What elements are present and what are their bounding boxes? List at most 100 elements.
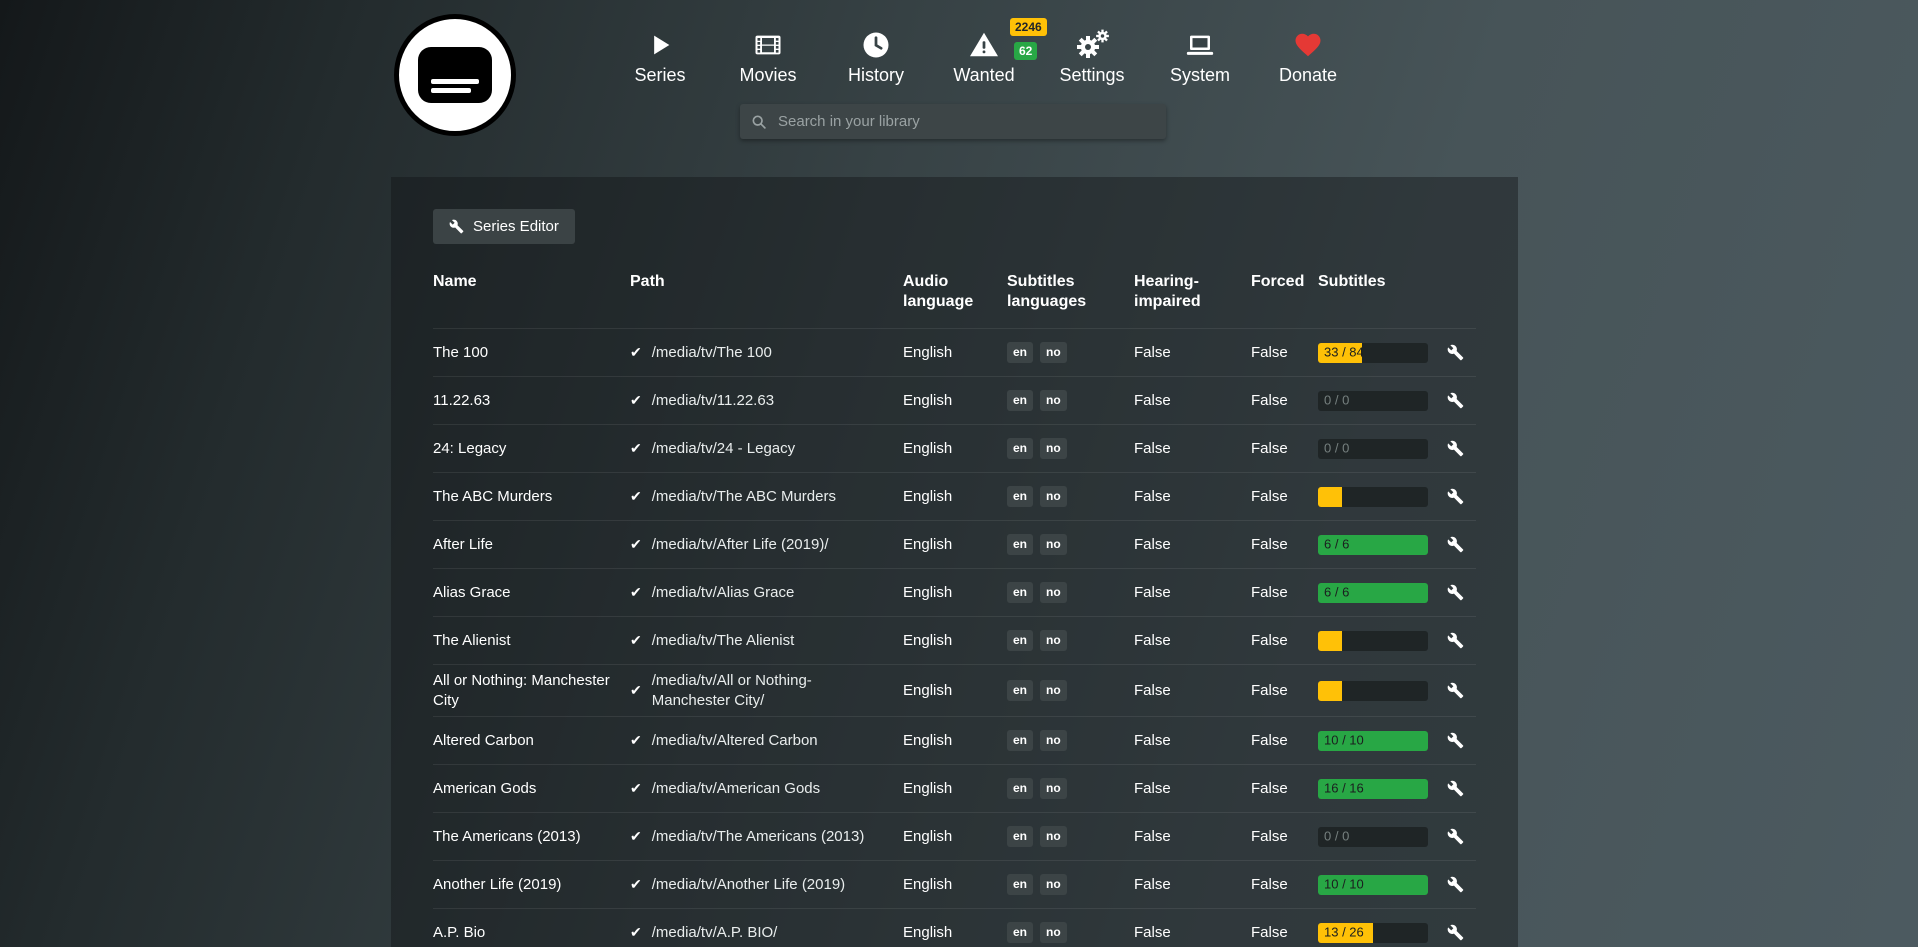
progress-fill: [1318, 487, 1342, 507]
series-name[interactable]: All or Nothing: Manchester City: [433, 671, 630, 710]
hearing-impaired-value: False: [1134, 923, 1251, 943]
subtitles-progress-bar: 10 / 10: [1318, 731, 1428, 751]
series-path-text: /media/tv/The Alienist: [652, 631, 795, 651]
series-path-text: /media/tv/Altered Carbon: [652, 731, 818, 751]
progress-label: 6 / 6: [1324, 536, 1349, 553]
progress-fill: [1318, 681, 1342, 701]
edit-series-button[interactable]: [1439, 536, 1464, 553]
series-name[interactable]: The Americans (2013): [433, 827, 630, 847]
film-icon: [714, 24, 822, 60]
progress-label: 6 / 6: [1324, 584, 1349, 601]
series-path: ✔ /media/tv/24 - Legacy: [630, 439, 903, 459]
table-row: A.P. Bio ✔ /media/tv/A.P. BIO/ English e…: [433, 908, 1476, 947]
language-badge: en: [1007, 874, 1033, 896]
wrench-icon: [1447, 488, 1464, 505]
series-name[interactable]: The ABC Murders: [433, 487, 630, 507]
edit-series-button[interactable]: [1439, 682, 1464, 699]
audio-language-value: English: [903, 631, 1007, 651]
edit-series-button[interactable]: [1439, 828, 1464, 845]
series-name[interactable]: 24: Legacy: [433, 439, 630, 459]
check-icon: ✔: [630, 875, 642, 893]
series-name[interactable]: After Life: [433, 535, 630, 555]
series-path: ✔ /media/tv/The Americans (2013): [630, 827, 903, 847]
check-icon: ✔: [630, 923, 642, 941]
nav-item-settings[interactable]: Settings: [1038, 24, 1146, 86]
edit-series-button[interactable]: [1439, 732, 1464, 749]
forced-value: False: [1251, 343, 1318, 363]
series-path-text: /media/tv/After Life (2019)/: [652, 535, 829, 555]
forced-value: False: [1251, 583, 1318, 603]
forced-value: False: [1251, 731, 1318, 751]
nav-label: History: [822, 65, 930, 86]
series-name[interactable]: Alias Grace: [433, 583, 630, 603]
edit-series-button[interactable]: [1439, 876, 1464, 893]
nav-item-donate[interactable]: Donate: [1254, 24, 1362, 86]
nav-item-system[interactable]: System: [1146, 24, 1254, 86]
series-name[interactable]: American Gods: [433, 779, 630, 799]
series-path: ✔ /media/tv/11.22.63: [630, 391, 903, 411]
language-badge: no: [1040, 922, 1067, 944]
audio-language-value: English: [903, 391, 1007, 411]
edit-series-button[interactable]: [1439, 344, 1464, 361]
series-name[interactable]: The Alienist: [433, 631, 630, 651]
header-hearing-impaired: Hearing-impaired: [1134, 272, 1251, 312]
table-header-row: Name Path Audio language Subtitles langu…: [433, 254, 1476, 328]
series-path: ✔ /media/tv/Altered Carbon: [630, 731, 903, 751]
nav-item-movies[interactable]: Movies: [714, 24, 822, 86]
audio-language-value: English: [903, 343, 1007, 363]
edit-series-button[interactable]: [1439, 488, 1464, 505]
nav-item-wanted[interactable]: 2246 62 Wanted: [930, 24, 1038, 86]
series-editor-button[interactable]: Series Editor: [433, 209, 575, 244]
progress-label: 10 / 10: [1324, 732, 1364, 749]
series-path-text: /media/tv/A.P. BIO/: [652, 923, 778, 943]
subtitles-languages-badges: enno: [1007, 438, 1134, 460]
edit-series-button[interactable]: [1439, 392, 1464, 409]
bazarr-logo[interactable]: [394, 14, 516, 136]
language-badge: en: [1007, 342, 1033, 364]
hearing-impaired-value: False: [1134, 343, 1251, 363]
subtitles-progress-bar: 0 / 0: [1318, 827, 1428, 847]
forced-value: False: [1251, 779, 1318, 799]
progress-label: 0 / 0: [1324, 392, 1349, 409]
table-body: The 100 ✔ /media/tv/The 100 English enno…: [433, 328, 1476, 947]
series-name[interactable]: The 100: [433, 343, 630, 363]
hearing-impaired-value: False: [1134, 731, 1251, 751]
language-badge: en: [1007, 730, 1033, 752]
language-badge: no: [1040, 342, 1067, 364]
forced-value: False: [1251, 487, 1318, 507]
language-badge: en: [1007, 680, 1033, 702]
subtitles-progress-bar: 33 / 84: [1318, 343, 1428, 363]
forced-value: False: [1251, 827, 1318, 847]
edit-series-button[interactable]: [1439, 440, 1464, 457]
series-path: ✔ /media/tv/The 100: [630, 343, 903, 363]
edit-series-button[interactable]: [1439, 584, 1464, 601]
wrench-icon: [1447, 344, 1464, 361]
nav-item-history[interactable]: History: [822, 24, 930, 86]
language-badge: no: [1040, 438, 1067, 460]
nav-label: Movies: [714, 65, 822, 86]
header-name: Name: [433, 272, 630, 292]
language-badge: en: [1007, 534, 1033, 556]
gears-icon: [1038, 24, 1146, 60]
edit-series-button[interactable]: [1439, 780, 1464, 797]
language-badge: no: [1040, 778, 1067, 800]
hearing-impaired-value: False: [1134, 583, 1251, 603]
edit-series-button[interactable]: [1439, 924, 1464, 941]
check-icon: ✔: [630, 391, 642, 409]
search-input[interactable]: [776, 112, 1166, 131]
series-name[interactable]: Another Life (2019): [433, 875, 630, 895]
series-path-text: /media/tv/The Americans (2013): [652, 827, 865, 847]
series-name[interactable]: 11.22.63: [433, 391, 630, 411]
nav-item-series[interactable]: Series: [606, 24, 714, 86]
series-name[interactable]: A.P. Bio: [433, 923, 630, 943]
heart-icon: [1254, 24, 1362, 60]
edit-series-button[interactable]: [1439, 632, 1464, 649]
hearing-impaired-value: False: [1134, 487, 1251, 507]
top-header: Series Movies: [0, 0, 1918, 170]
series-name[interactable]: Altered Carbon: [433, 731, 630, 751]
language-badge: en: [1007, 486, 1033, 508]
subtitles-progress-bar: 0 / 0: [1318, 391, 1428, 411]
wrench-icon: [1447, 392, 1464, 409]
subtitles-progress-bar: 0 / 0: [1318, 439, 1428, 459]
header-subtitles-languages: Subtitles languages: [1007, 272, 1134, 312]
